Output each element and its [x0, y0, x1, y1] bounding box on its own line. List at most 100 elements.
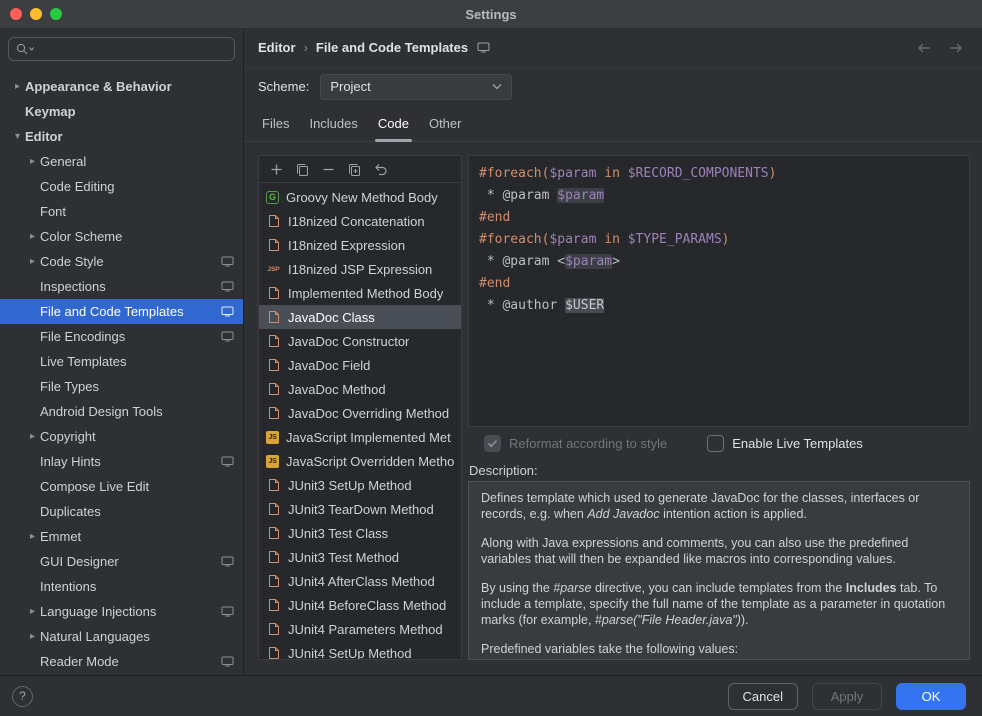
- tab-code[interactable]: Code: [368, 105, 419, 141]
- sidebar-item-android-design-tools[interactable]: Android Design Tools: [0, 399, 243, 424]
- sidebar-item-reader-mode[interactable]: Reader Mode: [0, 649, 243, 674]
- sidebar-item-language-injections[interactable]: ▸Language Injections: [0, 599, 243, 624]
- sidebar-item-font[interactable]: Font: [0, 199, 243, 224]
- chevron-right-icon[interactable]: ▸: [25, 606, 40, 617]
- sidebar-item-appearance-behavior[interactable]: ▸Appearance & Behavior: [0, 74, 243, 99]
- tab-files[interactable]: Files: [252, 105, 299, 141]
- template-item-junit4-setup-method[interactable]: JUnit4 SetUp Method: [259, 641, 461, 659]
- sidebar-item-file-types[interactable]: File Types: [0, 374, 243, 399]
- ok-button[interactable]: OK: [896, 683, 966, 710]
- template-item-javadoc-field[interactable]: JavaDoc Field: [259, 353, 461, 377]
- reset-template-icon[interactable]: [373, 162, 388, 177]
- sidebar-item-label: Copyright: [40, 429, 234, 444]
- template-item-junit4-beforeclass-method[interactable]: JUnit4 BeforeClass Method: [259, 593, 461, 617]
- sidebar-item-live-templates[interactable]: Live Templates: [0, 349, 243, 374]
- template-item-label: JUnit3 Test Class: [288, 526, 388, 541]
- add-template-icon[interactable]: [269, 162, 284, 177]
- template-icon: [266, 406, 281, 421]
- remove-template-icon[interactable]: [321, 162, 336, 177]
- search-input[interactable]: [39, 42, 228, 57]
- chevron-right-icon[interactable]: ▸: [25, 231, 40, 242]
- cancel-button[interactable]: Cancel: [728, 683, 798, 710]
- close-button[interactable]: [10, 8, 22, 20]
- settings-scope-icon: [221, 456, 234, 467]
- template-item-label: JavaDoc Class: [288, 310, 375, 325]
- template-item-junit3-teardown-method[interactable]: JUnit3 TearDown Method: [259, 497, 461, 521]
- template-item-groovy-new-method-body[interactable]: GGroovy New Method Body: [259, 185, 461, 209]
- tab-includes[interactable]: Includes: [299, 105, 367, 141]
- chevron-right-icon[interactable]: ▸: [25, 431, 40, 442]
- template-detail-panel: #foreach($param in $RECORD_COMPONENTS) *…: [468, 155, 970, 660]
- help-button[interactable]: ?: [12, 686, 33, 707]
- chevron-right-icon[interactable]: ▸: [25, 156, 40, 167]
- sidebar-item-emmet[interactable]: ▸Emmet: [0, 524, 243, 549]
- chevron-right-icon[interactable]: ▸: [25, 631, 40, 642]
- copy-template-icon[interactable]: [295, 162, 310, 177]
- template-item-javascript-overridden-metho[interactable]: JSJavaScript Overridden Metho: [259, 449, 461, 473]
- scheme-select[interactable]: Project: [320, 74, 512, 100]
- chevron-right-icon[interactable]: ▸: [25, 256, 40, 267]
- template-item-junit3-test-method[interactable]: JUnit3 Test Method: [259, 545, 461, 569]
- settings-scope-icon: [221, 256, 234, 267]
- chevron-down-icon[interactable]: ▾: [10, 131, 25, 142]
- reformat-label: Reformat according to style: [509, 436, 667, 451]
- breadcrumb-editor[interactable]: Editor: [258, 40, 296, 55]
- scheme-row: Scheme: Project: [244, 68, 982, 105]
- template-item-junit3-setup-method[interactable]: JUnit3 SetUp Method: [259, 473, 461, 497]
- template-item-label: JavaScript Overridden Metho: [286, 454, 454, 469]
- template-item-junit4-parameters-method[interactable]: JUnit4 Parameters Method: [259, 617, 461, 641]
- template-item-i18nized-jsp-expression[interactable]: JSPI18nized JSP Expression: [259, 257, 461, 281]
- settings-sidebar: ▸Appearance & Behavior Keymap ▾Editor▸Gene…: [0, 28, 244, 675]
- template-item-i18nized-expression[interactable]: I18nized Expression: [259, 233, 461, 257]
- tab-other[interactable]: Other: [419, 105, 472, 141]
- sidebar-item-label: Code Style: [40, 254, 215, 269]
- live-templates-checkbox[interactable]: Enable Live Templates: [707, 435, 863, 452]
- sidebar-item-inspections[interactable]: Inspections: [0, 274, 243, 299]
- sidebar-item-copyright[interactable]: ▸Copyright: [0, 424, 243, 449]
- sidebar-item-editor[interactable]: ▾Editor: [0, 124, 243, 149]
- apply-button[interactable]: Apply: [812, 683, 882, 710]
- settings-scope-icon: [221, 556, 234, 567]
- template-code-editor[interactable]: #foreach($param in $RECORD_COMPONENTS) *…: [468, 155, 970, 427]
- scheme-value: Project: [330, 79, 492, 94]
- template-item-javadoc-overriding-method[interactable]: JavaDoc Overriding Method: [259, 401, 461, 425]
- template-item-label: JavaScript Implemented Met: [286, 430, 451, 445]
- sidebar-item-file-and-code-templates[interactable]: File and Code Templates: [0, 299, 243, 324]
- description-box[interactable]: Defines template which used to generate …: [468, 481, 970, 660]
- template-item-junit3-test-class[interactable]: JUnit3 Test Class: [259, 521, 461, 545]
- sidebar-item-code-editing[interactable]: Code Editing: [0, 174, 243, 199]
- template-item-javadoc-method[interactable]: JavaDoc Method: [259, 377, 461, 401]
- template-item-i18nized-concatenation[interactable]: I18nized Concatenation: [259, 209, 461, 233]
- template-item-label: JUnit3 SetUp Method: [288, 478, 412, 493]
- forward-button[interactable]: [948, 41, 964, 55]
- back-button[interactable]: [916, 41, 932, 55]
- reformat-checkbox[interactable]: Reformat according to style: [484, 435, 667, 452]
- sidebar-item-inlay-hints[interactable]: Inlay Hints: [0, 449, 243, 474]
- template-item-junit4-afterclass-method[interactable]: JUnit4 AfterClass Method: [259, 569, 461, 593]
- sidebar-item-file-encodings[interactable]: File Encodings: [0, 324, 243, 349]
- sidebar-item-label: Keymap: [25, 104, 234, 119]
- template-item-implemented-method-body[interactable]: Implemented Method Body: [259, 281, 461, 305]
- sidebar-item-color-scheme[interactable]: ▸Color Scheme: [0, 224, 243, 249]
- sidebar-item-intentions[interactable]: Intentions: [0, 574, 243, 599]
- sidebar-item-code-style[interactable]: ▸Code Style: [0, 249, 243, 274]
- sidebar-item-compose-live-edit[interactable]: Compose Live Edit: [0, 474, 243, 499]
- templates-content: GGroovy New Method BodyI18nized Concaten…: [244, 142, 982, 675]
- sidebar-item-general[interactable]: ▸General: [0, 149, 243, 174]
- sidebar-item-duplicates[interactable]: Duplicates: [0, 499, 243, 524]
- template-item-javadoc-class[interactable]: JavaDoc Class: [259, 305, 461, 329]
- settings-search[interactable]: [8, 37, 235, 61]
- template-item-javascript-implemented-met[interactable]: JSJavaScript Implemented Met: [259, 425, 461, 449]
- sidebar-item-gui-designer[interactable]: GUI Designer: [0, 549, 243, 574]
- template-item-javadoc-constructor[interactable]: JavaDoc Constructor: [259, 329, 461, 353]
- zoom-button[interactable]: [50, 8, 62, 20]
- sidebar-item-keymap[interactable]: Keymap: [0, 99, 243, 124]
- chevron-right-icon[interactable]: ▸: [10, 81, 25, 92]
- sidebar-item-label: Code Editing: [40, 179, 234, 194]
- minimize-button[interactable]: [30, 8, 42, 20]
- sidebar-item-label: Font: [40, 204, 234, 219]
- duplicate-template-icon[interactable]: [347, 162, 362, 177]
- chevron-right-icon[interactable]: ▸: [25, 531, 40, 542]
- sidebar-item-natural-languages[interactable]: ▸Natural Languages: [0, 624, 243, 649]
- settings-scope-icon: [477, 42, 490, 53]
